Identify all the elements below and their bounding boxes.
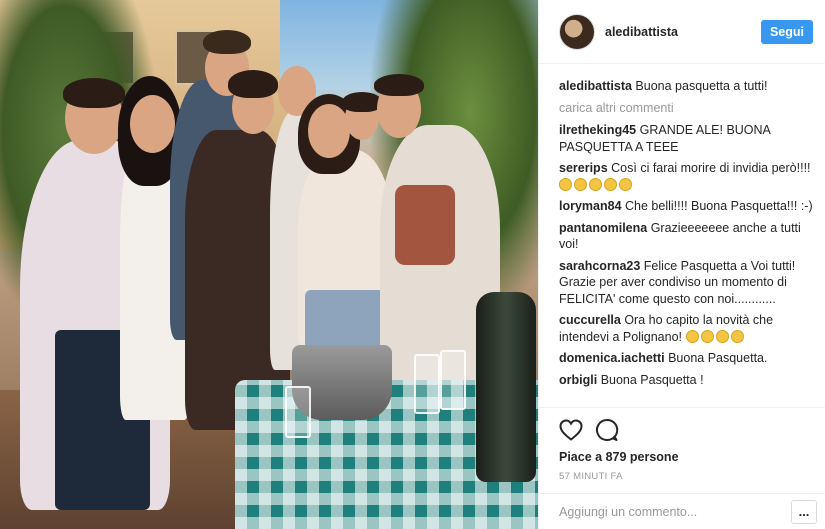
caption-text: Buona pasquetta a tutti! [635,79,768,93]
caption-username[interactable]: aledibattista [559,79,632,93]
post-actions: Piace a 879 persone 57 MINUTI FA [539,407,825,493]
comment-text: Che belli!!!! Buona Pasquetta!!! :-) [625,199,813,213]
emoji-group [559,177,634,192]
emoji-group [685,329,746,344]
comment-username[interactable]: domenica.iachetti [559,351,665,365]
comment-item: loryman84 Che belli!!!! Buona Pasquetta!… [559,198,813,215]
photo-glass [285,386,311,438]
photo-shirt-print [395,185,455,265]
emoji-face-icon [574,177,587,191]
photo-hair [342,92,382,112]
comment-item: domenica.iachetti Buona Pasquetta. [559,350,813,367]
likes-count[interactable]: Piace a 879 persone [559,450,805,464]
photo-hair [374,74,424,96]
photo-hair [203,30,251,54]
emoji-face-icon [685,329,699,343]
comment-item: orbigli Buona Pasquetta ! [559,372,813,389]
emoji-face-icon [715,329,729,343]
comment-text: Così ci farai morire di invidia però!!!! [611,161,811,175]
comment-item: cuccurella Ora ho capito la novità che i… [559,312,813,345]
comment-username[interactable]: orbigli [559,373,597,387]
comment-text: Buona Pasquetta ! [600,372,704,387]
instagram-post: aledibattista Segui aledibattista Buona … [0,0,825,529]
comment-username[interactable]: loryman84 [559,199,622,213]
photo-face [308,104,350,158]
add-comment-bar: ... [539,493,825,529]
comment-username[interactable]: sererips [559,161,608,175]
header-username[interactable]: aledibattista [605,25,761,39]
comment-text: Buona Pasquetta. [668,351,768,365]
photo-hair [63,78,125,108]
emoji-face-icon [589,177,602,191]
photo-glass [414,354,440,414]
follow-button[interactable]: Segui [760,19,813,44]
emoji-face-icon [559,177,572,191]
comment-item: ilretheking45 GRANDE ALE! BUONA PASQUETT… [559,122,813,155]
avatar[interactable] [559,13,595,50]
action-icons [559,418,805,444]
photo-glass [440,350,466,410]
heart-icon[interactable] [559,418,583,444]
comment-username[interactable]: cuccurella [559,313,621,327]
photo-bottle [476,292,536,482]
more-options-button[interactable]: ... [791,499,817,524]
photo-face [130,95,175,153]
emoji-face-icon [619,177,632,191]
emoji-face-icon [700,329,714,343]
comment-item: sarahcorna23 Felice Pasquetta a Voi tutt… [559,258,813,308]
post-header: aledibattista Segui [539,0,825,64]
comment-input[interactable] [559,504,791,519]
comment-item: sererips Così ci farai morire di invidia… [559,160,813,193]
post-timestamp[interactable]: 57 MINUTI FA [559,471,805,482]
comments-list: aledibattista Buona pasquetta a tutti! c… [539,64,825,407]
comment-item: pantanomilena Grazieeeeeee anche a tutti… [559,220,813,253]
post-photo[interactable] [0,0,538,529]
emoji-face-icon [730,329,744,343]
post-sidebar: aledibattista Segui aledibattista Buona … [538,0,825,529]
load-more-comments-link[interactable]: carica altri commenti [559,100,813,117]
emoji-face-icon [604,177,617,191]
photo-hair [228,70,278,98]
comment-username[interactable]: sarahcorna23 [559,259,640,273]
caption: aledibattista Buona pasquetta a tutti! [559,78,813,95]
comment-username[interactable]: ilretheking45 [559,123,636,137]
comment-username[interactable]: pantanomilena [559,221,647,235]
speech-bubble-icon[interactable] [595,418,619,445]
